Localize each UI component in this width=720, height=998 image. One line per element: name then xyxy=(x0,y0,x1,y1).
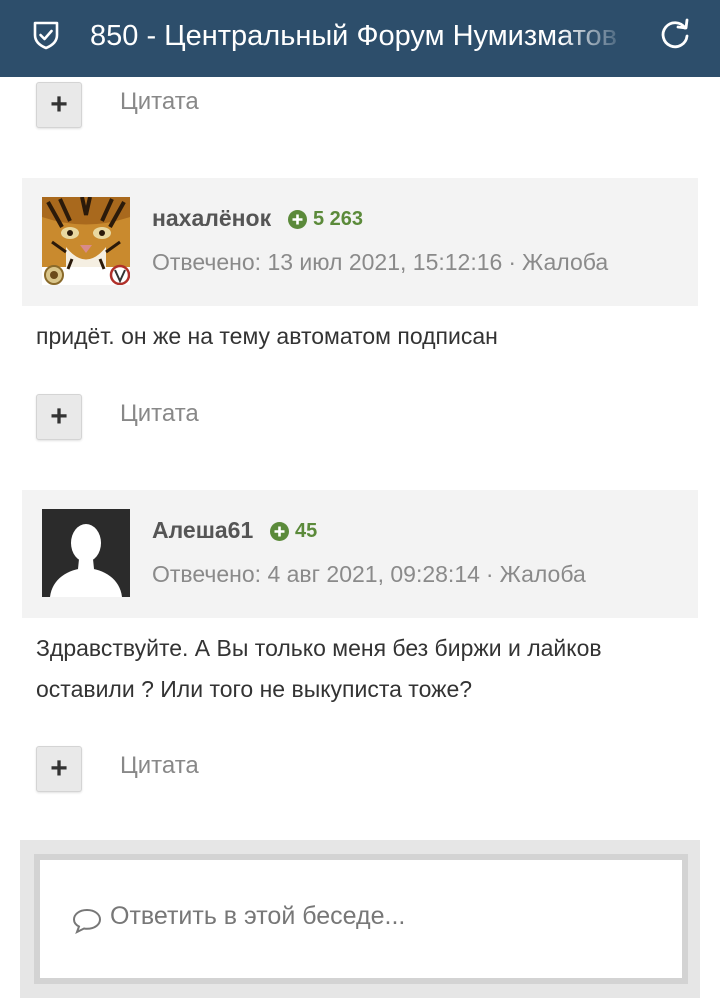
quote-row: + Цитата xyxy=(36,394,336,442)
post-header: нахалёнок 5 263 Отвечено: 13 июл 2021, 1… xyxy=(22,178,698,306)
reply-placeholder: Ответить в этой беседе... xyxy=(110,902,406,930)
report-link[interactable]: Жалоба xyxy=(522,249,608,275)
plus-circle-icon xyxy=(270,522,289,541)
quote-row: + Цитата xyxy=(36,746,336,794)
quote-row: + Цитата xyxy=(36,82,336,130)
refresh-icon[interactable] xyxy=(658,17,692,51)
avatar[interactable] xyxy=(42,197,130,285)
post-author[interactable]: нахалёнок xyxy=(152,205,271,232)
page-title: 850 - Центральный Форум Нумизматов xyxy=(90,20,618,52)
multiquote-button[interactable]: + xyxy=(36,746,82,792)
default-user-avatar-image xyxy=(42,509,130,597)
quote-link[interactable]: Цитата xyxy=(120,400,199,428)
avatar[interactable] xyxy=(42,509,130,597)
quote-link[interactable]: Цитата xyxy=(120,88,199,116)
reply-area: Ответить в этой беседе... xyxy=(20,840,700,998)
post-date[interactable]: Отвечено: 4 авг 2021, 09:28:14 xyxy=(152,561,480,587)
shield-check-icon[interactable] xyxy=(32,20,60,50)
quote-link[interactable]: Цитата xyxy=(120,752,199,780)
post-author[interactable]: Алеша61 xyxy=(152,517,253,544)
reputation-badge[interactable]: 5 263 xyxy=(288,208,363,231)
reply-input[interactable]: Ответить в этой беседе... xyxy=(34,854,688,984)
post-content: Здравствуйте. А Вы только меня без биржи… xyxy=(36,635,602,702)
post-meta: Отвечено: 13 июл 2021, 15:12:16 · Жалоба xyxy=(152,249,608,276)
comment-bubble-icon xyxy=(72,908,102,934)
top-bar: 850 - Центральный Форум Нумизматов xyxy=(0,0,720,77)
post-content: придёт. он же на тему автоматом подписан xyxy=(36,323,498,349)
post-date[interactable]: Отвечено: 13 июл 2021, 15:12:16 xyxy=(152,249,502,275)
multiquote-button[interactable]: + xyxy=(36,394,82,440)
meta-separator: · xyxy=(508,249,516,275)
multiquote-button[interactable]: + xyxy=(36,82,82,128)
reputation-badge[interactable]: 45 xyxy=(270,520,317,543)
reputation-count: 5 263 xyxy=(313,208,364,230)
tiger-avatar-image xyxy=(42,197,130,285)
report-link[interactable]: Жалоба xyxy=(500,561,586,587)
title-fade xyxy=(560,0,640,77)
reputation-count: 45 xyxy=(295,520,318,542)
post-header: Алеша61 45 Отвечено: 4 авг 2021, 09:28:1… xyxy=(22,490,698,618)
post-meta: Отвечено: 4 авг 2021, 09:28:14 · Жалоба xyxy=(152,561,586,588)
plus-circle-icon xyxy=(288,210,307,229)
meta-separator: · xyxy=(485,561,494,587)
